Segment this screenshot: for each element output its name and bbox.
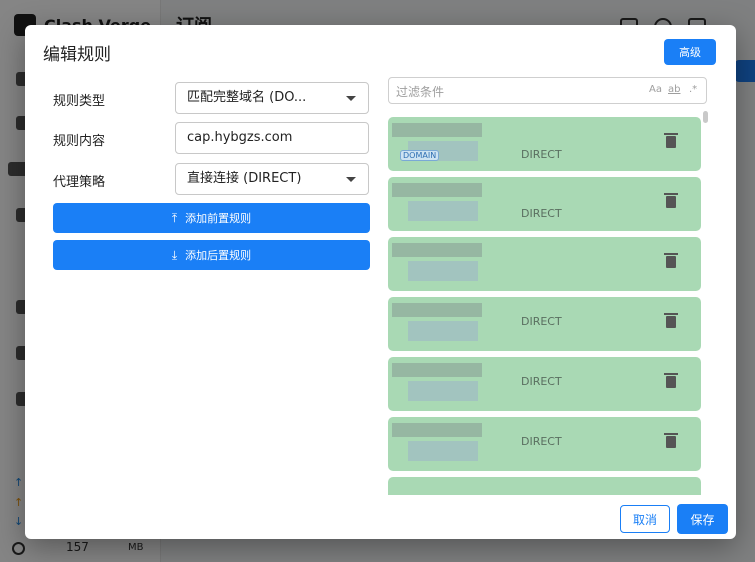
delete-icon[interactable]: [664, 433, 678, 448]
arrow-down-to-line-icon: ⤓: [171, 248, 178, 262]
proxy-policy-select[interactable]: 直接连接 (DIRECT): [175, 163, 369, 195]
redacted-content: [392, 243, 482, 257]
proxy-policy-label: 代理策略: [53, 175, 106, 190]
rule-item[interactable]: DIRECT: [388, 417, 701, 471]
rule-type-tag: DOMAIN: [400, 150, 440, 161]
save-button[interactable]: 保存: [677, 504, 728, 534]
rule-proxy: DIRECT: [521, 375, 562, 388]
rule-item[interactable]: DIRECT: [388, 177, 701, 231]
rule-list: DOMAIN DIRECT DIRECT DIRECT DIRECT DIREC…: [388, 115, 708, 495]
filter-input[interactable]: 过滤条件 Aa ab .*: [388, 77, 707, 104]
rule-proxy: DIRECT: [521, 207, 562, 220]
add-prepend-rule-label: 添加前置规则: [185, 212, 252, 225]
regex-toggle[interactable]: .*: [689, 84, 697, 95]
redacted-content: [392, 423, 482, 437]
add-append-rule-button[interactable]: ⤓ 添加后置规则: [53, 240, 370, 270]
dialog-title: 编辑规则: [43, 45, 111, 65]
match-word-toggle[interactable]: ab: [668, 84, 680, 95]
arrow-up-to-line-icon: ⤒: [171, 211, 178, 225]
advanced-button[interactable]: 高级: [664, 39, 716, 65]
delete-icon[interactable]: [664, 253, 678, 268]
redacted-content: [392, 303, 482, 317]
rule-proxy: DIRECT: [521, 315, 562, 328]
proxy-policy-value: 直接连接 (DIRECT): [187, 171, 302, 186]
filter-placeholder: 过滤条件: [396, 85, 445, 99]
redacted-content: [392, 183, 482, 197]
delete-icon[interactable]: [664, 313, 678, 328]
rule-list-scrollbar[interactable]: [703, 111, 708, 123]
rule-content-label: 规则内容: [53, 134, 106, 149]
redacted-content: [392, 363, 482, 377]
redacted-content: [408, 441, 478, 461]
redacted-content: [408, 201, 478, 221]
redacted-content: [408, 321, 478, 341]
delete-icon[interactable]: [664, 133, 678, 148]
rule-item[interactable]: [388, 477, 701, 495]
rule-type-select[interactable]: 匹配完整域名 (DO...: [175, 82, 369, 114]
redacted-content: [408, 261, 478, 281]
rule-item[interactable]: DIRECT: [388, 357, 701, 411]
rule-item[interactable]: [388, 237, 701, 291]
delete-icon[interactable]: [664, 193, 678, 208]
rule-proxy: DIRECT: [521, 148, 562, 161]
rule-type-label: 规则类型: [53, 94, 106, 109]
delete-icon[interactable]: [664, 373, 678, 388]
match-case-toggle[interactable]: Aa: [649, 84, 662, 95]
chevron-down-icon: [346, 96, 356, 101]
edit-rule-dialog: 编辑规则 高级 规则类型 匹配完整域名 (DO... 规则内容 cap.hybg…: [25, 25, 736, 539]
add-prepend-rule-button[interactable]: ⤒ 添加前置规则: [53, 203, 370, 233]
cancel-button[interactable]: 取消: [620, 505, 670, 533]
rule-proxy: DIRECT: [521, 435, 562, 448]
rule-content-value: cap.hybgzs.com: [187, 130, 293, 145]
rule-item[interactable]: DOMAIN DIRECT: [388, 117, 701, 171]
rule-item[interactable]: DIRECT: [388, 297, 701, 351]
chevron-down-icon: [346, 177, 356, 182]
rule-type-value: 匹配完整域名 (DO...: [187, 90, 307, 105]
rule-content-input[interactable]: cap.hybgzs.com: [175, 122, 369, 154]
redacted-content: [392, 123, 482, 137]
add-append-rule-label: 添加后置规则: [185, 249, 252, 262]
redacted-content: [408, 381, 478, 401]
